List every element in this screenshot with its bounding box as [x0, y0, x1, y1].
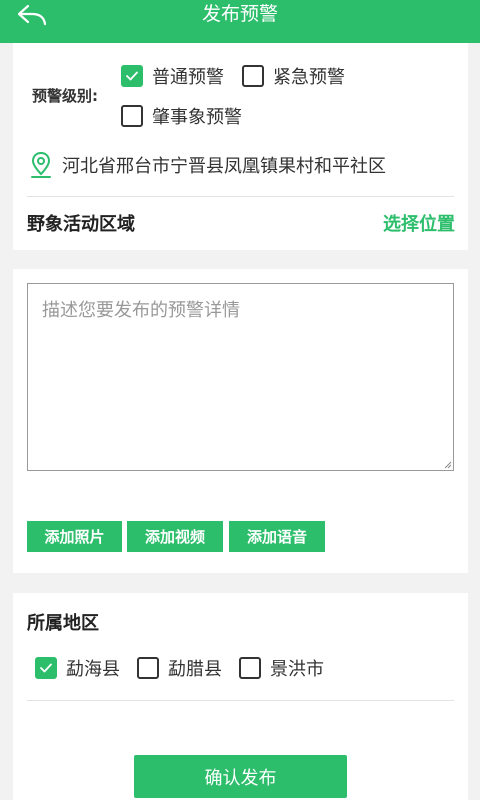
warning-info-card: 预警级别: 普通预警 紧急预警 肇事象预警 河北省邢台市宁晋县凤凰镇果村和平社区… — [13, 43, 468, 250]
divider — [27, 196, 454, 197]
divider — [27, 700, 454, 701]
region-option-jinghong[interactable]: 景洪市 — [239, 655, 324, 681]
resize-grip-icon[interactable] — [444, 461, 452, 469]
add-video-button[interactable]: 添加视频 — [127, 521, 223, 552]
checkbox-checked[interactable] — [121, 65, 143, 87]
choose-location-link[interactable]: 选择位置 — [383, 210, 455, 236]
warning-option-normal[interactable]: 普通预警 — [121, 63, 224, 89]
warning-option-urgent[interactable]: 紧急预警 — [242, 63, 345, 89]
warning-option-label: 紧急预警 — [273, 67, 345, 88]
region-option-label: 勐腊县 — [168, 659, 222, 680]
add-audio-button[interactable]: 添加语音 — [229, 521, 325, 552]
check-icon — [126, 71, 138, 81]
activity-area-label: 野象活动区域 — [27, 214, 135, 235]
check-icon — [40, 663, 52, 673]
location-text: 河北省邢台市宁晋县凤凰镇果村和平社区 — [62, 156, 386, 177]
warning-level-label: 预警级别: — [32, 87, 98, 105]
description-textarea[interactable]: 描述您要发布的预警详情 — [27, 283, 454, 471]
checkbox-unchecked[interactable] — [242, 65, 264, 87]
warning-option-label: 普通预警 — [152, 67, 224, 88]
warning-option-trouble[interactable]: 肇事象预警 — [121, 103, 242, 129]
region-label: 所属地区 — [27, 613, 99, 634]
region-option-mengla[interactable]: 勐腊县 — [137, 655, 222, 681]
region-option-label: 勐海县 — [66, 659, 120, 680]
description-card: 描述您要发布的预警详情 添加照片 添加视频 添加语音 — [13, 269, 468, 573]
checkbox-unchecked[interactable] — [137, 657, 159, 679]
page-title: 发布预警 — [201, 3, 278, 25]
top-bar: 发布预警 — [0, 0, 480, 43]
location-row: 河北省邢台市宁晋县凤凰镇果村和平社区 — [30, 151, 386, 179]
warning-option-label: 肇事象预警 — [152, 107, 242, 128]
checkbox-checked[interactable] — [35, 657, 57, 679]
checkbox-unchecked[interactable] — [239, 657, 261, 679]
add-photo-button[interactable]: 添加照片 — [27, 521, 122, 552]
checkbox-unchecked[interactable] — [121, 105, 143, 127]
region-option-menghai[interactable]: 勐海县 — [35, 655, 120, 681]
description-placeholder: 描述您要发布的预警详情 — [42, 300, 240, 321]
location-pin-icon — [31, 151, 51, 178]
region-option-label: 景洪市 — [270, 659, 324, 680]
confirm-publish-button[interactable]: 确认发布 — [134, 755, 347, 798]
